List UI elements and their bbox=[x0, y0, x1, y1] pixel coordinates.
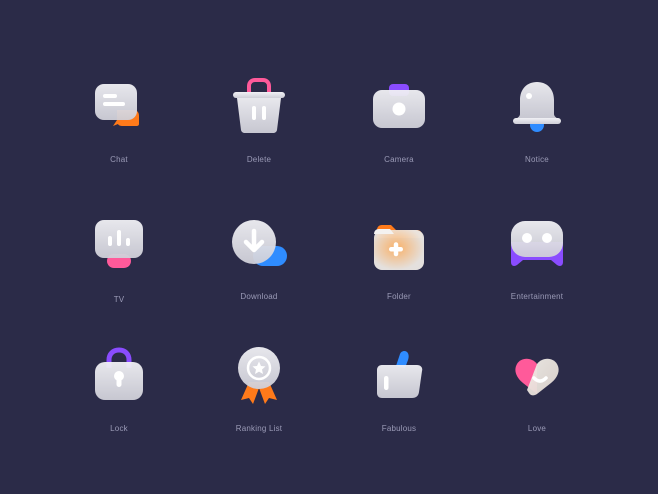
heart-icon bbox=[515, 358, 559, 396]
icon-cell-chat[interactable]: Chat bbox=[59, 78, 179, 198]
icon-label: Love bbox=[527, 424, 547, 433]
icon-label: Lock bbox=[110, 424, 128, 433]
icon-label: Fabulous bbox=[381, 424, 417, 433]
icon-label: Chat bbox=[110, 155, 128, 164]
icon-cell-entertainment[interactable]: Entertainment bbox=[477, 218, 597, 338]
icon-cell-fabulous[interactable]: Fabulous bbox=[339, 348, 459, 468]
icon-label: Entertainment bbox=[510, 292, 564, 301]
gamepad-icon bbox=[511, 221, 563, 266]
icon-label: TV bbox=[113, 295, 125, 304]
medal-icon bbox=[238, 347, 280, 404]
icon-label: Camera bbox=[384, 155, 414, 164]
icon-label: Delete bbox=[246, 155, 272, 164]
icon-label: Notice bbox=[525, 155, 549, 164]
icon-cell-notice[interactable]: Notice bbox=[477, 78, 597, 198]
icon-cell-delete[interactable]: Delete bbox=[199, 78, 319, 198]
icon-label: Ranking List bbox=[235, 424, 283, 433]
icon-cell-tv[interactable]: TV bbox=[59, 218, 179, 338]
icon-label: Download bbox=[240, 292, 278, 301]
icon-label: Folder bbox=[387, 292, 411, 301]
tv-icon bbox=[95, 220, 143, 268]
camera-icon bbox=[373, 84, 425, 128]
icon-cell-lock[interactable]: Lock bbox=[59, 347, 179, 468]
icon-cell-folder[interactable]: Folder bbox=[339, 218, 459, 338]
icon-cell-camera[interactable]: Camera bbox=[339, 78, 459, 198]
thumbs-up-icon bbox=[377, 350, 423, 398]
download-icon bbox=[232, 220, 287, 266]
icon-cell-download[interactable]: Download bbox=[199, 218, 319, 338]
icon-cell-love[interactable]: Love bbox=[477, 348, 597, 468]
lock-icon bbox=[95, 347, 143, 400]
icon-cell-ranking[interactable]: Ranking List bbox=[199, 347, 319, 468]
folder-icon bbox=[374, 225, 424, 270]
chat-icon bbox=[95, 84, 139, 126]
bell-icon bbox=[513, 82, 561, 132]
delete-icon bbox=[233, 78, 285, 133]
